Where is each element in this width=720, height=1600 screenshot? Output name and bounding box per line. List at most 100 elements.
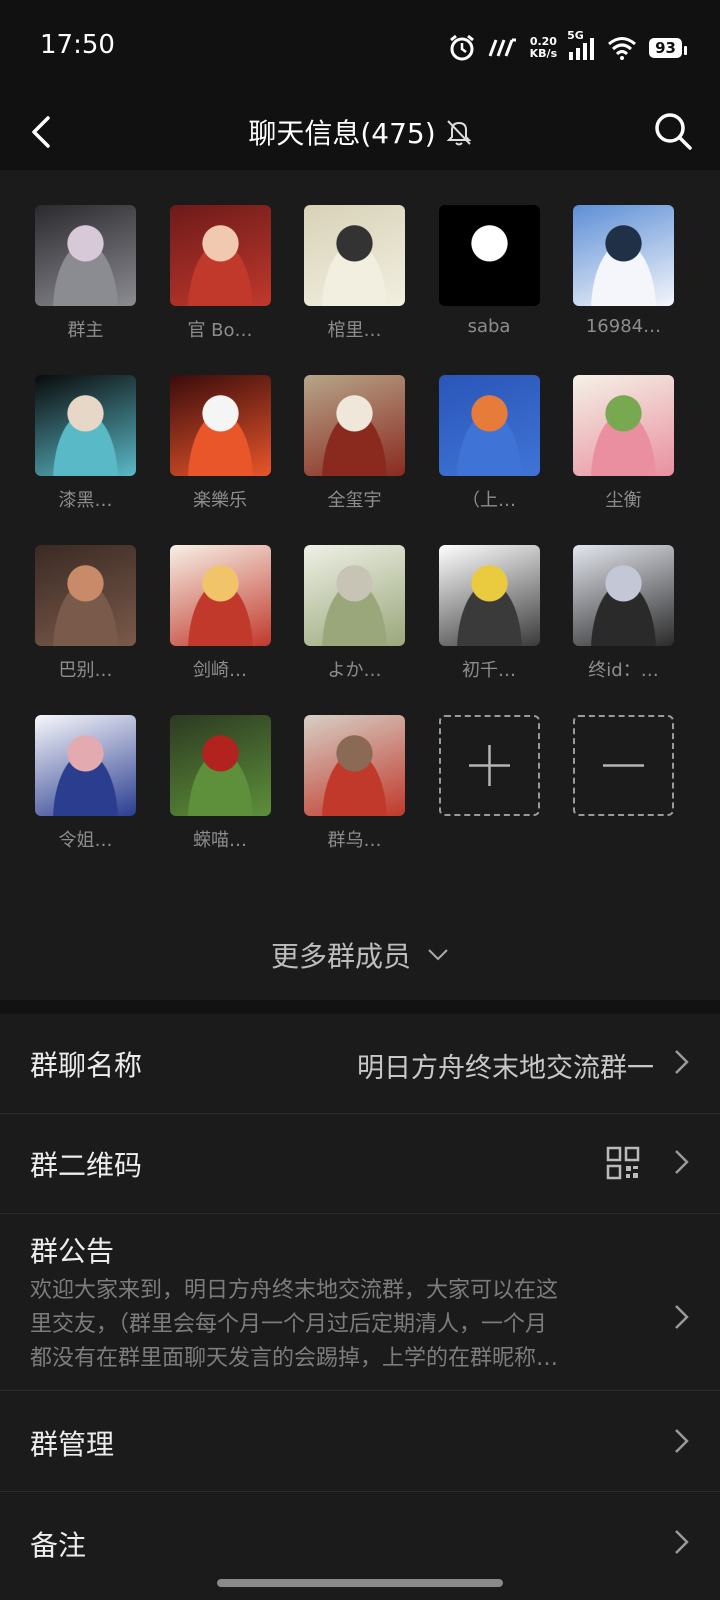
member-name: 初千…: [462, 660, 516, 681]
member-name: 官 Bo…: [187, 320, 253, 341]
notice-line: 欢迎大家来到，明日方舟终末地交流群，大家可以在这: [30, 1278, 559, 1303]
chevron-right-icon: [675, 1050, 689, 1074]
member-item[interactable]: 剑崎…: [169, 545, 271, 682]
member-avatar: [169, 205, 271, 306]
member-item[interactable]: 初千…: [438, 545, 540, 682]
network-speed-unit: KB/s: [529, 47, 558, 60]
member-item[interactable]: 16984…: [573, 205, 674, 337]
network-speed: 0.20 KB/s: [530, 36, 557, 60]
member-item[interactable]: 令姐…: [35, 715, 136, 852]
member-item[interactable]: 尘衡: [573, 375, 674, 512]
qr-code-row[interactable]: 群二维码: [0, 1114, 720, 1214]
section-divider: [0, 1000, 720, 1014]
group-name-value: 明日方舟终末地交流群一: [357, 1053, 654, 1084]
member-name: saba: [467, 316, 511, 337]
signal-type: 5G: [567, 29, 584, 42]
more-members-label: 更多群成员: [270, 940, 411, 973]
qr-code-label: 群二维码: [30, 1149, 143, 1182]
status-icons: 0.20 KB/s 5G 93: [448, 30, 687, 66]
member-name: よか…: [327, 660, 382, 681]
wifi-icon: [608, 37, 637, 60]
chat-info-header: 聊天信息(475): [0, 96, 720, 170]
group-notice-text: 欢迎大家来到，明日方舟终末地交流群，大家可以在这 里交友，（群里会每个月一个月过…: [30, 1274, 640, 1376]
search-icon: [655, 113, 692, 150]
member-avatar: [573, 375, 674, 476]
group-name-row[interactable]: 群聊名称 明日方舟终末地交流群一: [0, 1014, 720, 1114]
remark-label: 备注: [30, 1529, 87, 1562]
member-item[interactable]: 官 Bo…: [169, 205, 271, 342]
member-name: 棺里…: [327, 320, 382, 341]
member-item[interactable]: よか…: [304, 545, 405, 682]
member-avatar: [35, 375, 136, 476]
member-name: 全玺宇: [327, 490, 382, 511]
member-item[interactable]: 蝾喵…: [169, 715, 271, 852]
more-members-button[interactable]: 更多群成员: [0, 930, 720, 980]
remove-member-button[interactable]: [573, 715, 674, 816]
group-name-label: 群聊名称: [30, 1049, 143, 1082]
group-manage-label: 群管理: [30, 1428, 115, 1461]
member-name: 终id：…: [588, 660, 659, 681]
member-item[interactable]: 漆黑…: [35, 375, 136, 512]
nfc-icon: [488, 38, 516, 57]
member-avatar: [35, 205, 136, 306]
signal-group: 5G: [567, 30, 595, 60]
member-name: 16984…: [585, 316, 662, 337]
member-name: 巴别…: [58, 660, 113, 681]
add-member-button[interactable]: [438, 715, 540, 816]
member-avatar: [573, 205, 674, 306]
chevron-right-icon: [675, 1150, 689, 1174]
member-avatar: [169, 545, 271, 646]
chevron-right-icon: [675, 1429, 689, 1453]
plus-icon: [438, 715, 540, 816]
member-item[interactable]: 终id：…: [573, 545, 674, 682]
title-group: 聊天信息(475): [0, 110, 720, 154]
battery-indicator: 93: [649, 38, 687, 58]
member-name: 剑崎…: [193, 660, 247, 681]
member-item[interactable]: 群乌…: [304, 715, 405, 852]
search-button[interactable]: [650, 108, 696, 154]
status-bar: 17:50 0.20 KB/s 5G 93: [0, 0, 720, 96]
chevron-right-icon: [675, 1305, 689, 1329]
member-avatar: [35, 715, 136, 816]
member-item[interactable]: 棺里…: [304, 205, 405, 342]
member-avatar: [438, 375, 540, 476]
home-indicator[interactable]: [217, 1579, 503, 1587]
member-name: 楽樂乐: [193, 490, 247, 511]
member-name: 尘衡: [605, 490, 642, 511]
member-avatar: [304, 545, 405, 646]
status-time: 17:50: [40, 30, 115, 60]
member-avatar: [35, 545, 136, 646]
member-avatar: [438, 545, 540, 646]
member-item[interactable]: 楽樂乐: [169, 375, 271, 512]
qr-code-icon: [606, 1146, 640, 1180]
notice-line: 都没有在群里面聊天发言的会踢掉，上学的在群昵称…: [30, 1346, 559, 1371]
group-notice-label: 群公告: [30, 1235, 115, 1268]
member-avatar: [573, 545, 674, 646]
member-name: 群主: [67, 320, 104, 341]
member-item[interactable]: 巴别…: [35, 545, 136, 682]
member-item[interactable]: （上…: [438, 375, 540, 512]
member-item[interactable]: 全玺宇: [304, 375, 405, 512]
members-section: 群主 官 Bo… 棺里… saba 16984… 漆黑… 楽樂乐 全玺宇 （上… 尘衡巴别… 剑崎……: [0, 170, 720, 1000]
chevron-right-icon: [675, 1530, 689, 1554]
mute-bell-icon: [446, 120, 472, 146]
group-notice-row[interactable]: 群公告 欢迎大家来到，明日方舟终末地交流群，大家可以在这 里交友，（群里会每个月…: [0, 1214, 720, 1391]
member-avatar: [169, 375, 271, 476]
member-name: 令姐…: [58, 830, 113, 851]
member-name: （上…: [462, 490, 516, 511]
member-avatar: [304, 205, 405, 306]
notice-line: 里交友，（群里会每个月一个月过后定期清人，一个月: [30, 1312, 548, 1337]
page-title: 聊天信息(475): [248, 117, 436, 150]
member-name: 群乌…: [327, 830, 382, 851]
settings-list: 群聊名称 明日方舟终末地交流群一 群二维码 群公告 欢迎大家来到，明日方舟终末地…: [0, 1014, 720, 1592]
member-avatar: [304, 375, 405, 476]
member-avatar: [304, 715, 405, 816]
member-avatar: [438, 205, 540, 306]
group-manage-row[interactable]: 群管理: [0, 1391, 720, 1492]
member-item[interactable]: 群主: [35, 205, 136, 342]
alarm-icon: [449, 34, 474, 61]
minus-icon: [573, 715, 674, 816]
remark-row[interactable]: 备注: [0, 1492, 720, 1592]
member-item[interactable]: saba: [438, 205, 540, 337]
member-avatar: [169, 715, 271, 816]
